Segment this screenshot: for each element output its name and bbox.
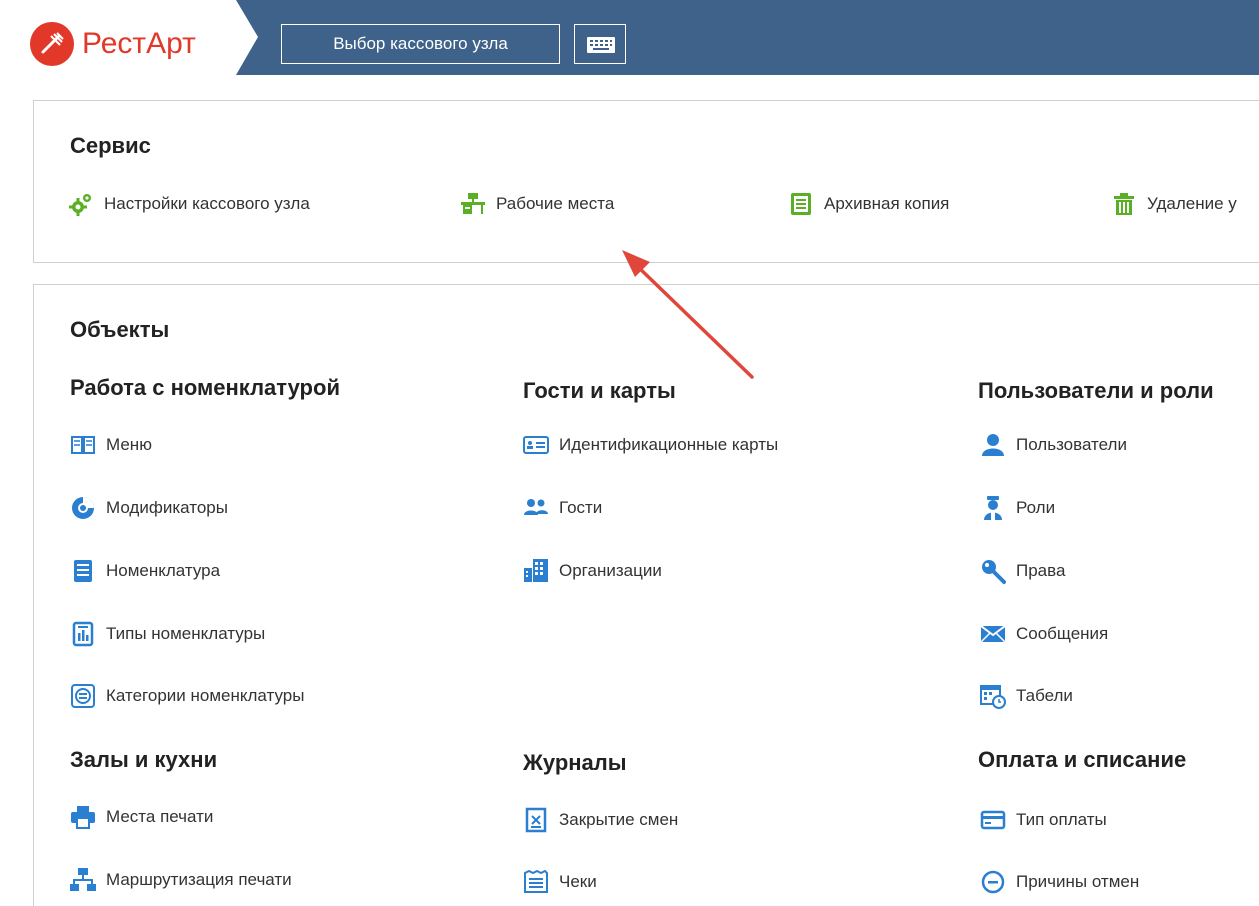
- logo[interactable]: РестАрт: [0, 0, 236, 75]
- key-icon: [980, 558, 1006, 584]
- users-group-title: Пользователи и роли: [978, 378, 1214, 403]
- nomenclature-types-label: Типы номенклатуры: [106, 624, 266, 643]
- rights-label: Права: [1016, 561, 1066, 580]
- archive-icon: [788, 191, 814, 217]
- delete-label: Удаление у: [1147, 194, 1237, 213]
- nomenclature-types-icon: [70, 621, 96, 647]
- users-label: Пользователи: [1016, 435, 1127, 454]
- service-panel: Сервис Настройки кассового узла Рабочие …: [33, 100, 1259, 263]
- keyboard-icon: [587, 37, 615, 53]
- archive-copy-label: Архивная копия: [824, 194, 950, 213]
- nomenclature-label: Номенклатура: [106, 561, 221, 580]
- print-routing-label: Маршрутизация печати: [106, 870, 292, 889]
- nomenclature-group-title: Работа с номенклатурой: [70, 375, 340, 400]
- payment-card-icon: [980, 807, 1006, 833]
- organization-icon: [523, 558, 549, 584]
- nomenclature-link[interactable]: Номенклатура: [70, 558, 220, 584]
- cancel-reason-icon: [980, 869, 1006, 895]
- id-card-icon: [523, 432, 549, 458]
- logo-text: РестАрт: [82, 27, 196, 60]
- gears-icon: [68, 191, 94, 217]
- receipts-label: Чеки: [559, 872, 597, 891]
- timesheet-icon: [980, 683, 1006, 709]
- nomenclature-types-link[interactable]: Типы номенклатуры: [70, 621, 265, 647]
- nomenclature-categories-link[interactable]: Категории номенклатуры: [70, 683, 304, 709]
- workplaces-label: Рабочие места: [496, 194, 615, 213]
- role-icon: [980, 495, 1006, 521]
- guests-link[interactable]: Гости: [523, 495, 602, 521]
- shift-closing-link[interactable]: Закрытие смен: [523, 807, 678, 833]
- halls-group-title: Залы и кухни: [70, 747, 218, 772]
- modifiers-label: Модификаторы: [106, 498, 228, 517]
- archive-copy-link[interactable]: Архивная копия: [788, 191, 949, 217]
- service-title: Сервис: [70, 133, 151, 158]
- workplaces-link[interactable]: Рабочие места: [460, 191, 614, 217]
- cancel-reasons-link[interactable]: Причины отмен: [980, 869, 1139, 895]
- users-link[interactable]: Пользователи: [980, 432, 1127, 458]
- guests-group-title: Гости и карты: [523, 378, 676, 403]
- cash-node-settings-label: Настройки кассового узла: [104, 194, 310, 213]
- messages-label: Сообщения: [1016, 624, 1109, 643]
- categories-icon: [70, 683, 96, 709]
- receipts-link[interactable]: Чеки: [523, 869, 597, 895]
- routing-icon: [70, 867, 96, 893]
- guests-label: Гости: [559, 498, 603, 517]
- organizations-label: Организации: [559, 561, 662, 580]
- print-routing-link[interactable]: Маршрутизация печати: [70, 867, 292, 893]
- shift-close-icon: [523, 807, 549, 833]
- top-bar: РестАрт Выбор кассового узла: [0, 0, 1259, 75]
- roles-link[interactable]: Роли: [980, 495, 1055, 521]
- print-places-label: Места печати: [106, 807, 214, 826]
- trash-icon: [1111, 191, 1137, 217]
- roles-label: Роли: [1016, 498, 1056, 517]
- workplace-icon: [460, 191, 486, 217]
- printer-icon: [70, 804, 96, 830]
- guests-icon: [523, 495, 549, 521]
- timesheets-label: Табели: [1016, 686, 1073, 705]
- menu-book-icon: [70, 432, 96, 458]
- rights-link[interactable]: Права: [980, 558, 1065, 584]
- delete-link[interactable]: Удаление у: [1111, 191, 1237, 217]
- objects-panel: Объекты Работа с номенклатурой Меню Моди…: [33, 284, 1259, 906]
- messages-link[interactable]: Сообщения: [980, 621, 1108, 647]
- modifiers-icon: [70, 495, 96, 521]
- print-places-link[interactable]: Места печати: [70, 804, 213, 830]
- id-cards-link[interactable]: Идентификационные карты: [523, 432, 778, 458]
- restart-logo-icon: [30, 22, 74, 66]
- journals-group-title: Журналы: [523, 750, 627, 775]
- select-cash-node-button[interactable]: Выбор кассового узла: [281, 24, 560, 64]
- user-icon: [980, 432, 1006, 458]
- receipts-icon: [523, 869, 549, 895]
- modifiers-link[interactable]: Модификаторы: [70, 495, 228, 521]
- payment-type-label: Тип оплаты: [1016, 810, 1107, 829]
- menu-label: Меню: [106, 435, 152, 454]
- organizations-link[interactable]: Организации: [523, 558, 662, 584]
- objects-title: Объекты: [70, 317, 170, 342]
- menu-link[interactable]: Меню: [70, 432, 152, 458]
- shift-closing-label: Закрытие смен: [559, 810, 679, 829]
- keyboard-button[interactable]: [574, 24, 626, 64]
- envelope-icon: [980, 621, 1006, 647]
- id-cards-label: Идентификационные карты: [559, 435, 779, 454]
- payment-type-link[interactable]: Тип оплаты: [980, 807, 1107, 833]
- timesheets-link[interactable]: Табели: [980, 683, 1073, 709]
- nomenclature-icon: [70, 558, 96, 584]
- cancel-reasons-label: Причины отмен: [1016, 872, 1140, 891]
- nomenclature-categories-label: Категории номенклатуры: [106, 686, 305, 705]
- cash-node-settings-link[interactable]: Настройки кассового узла: [68, 191, 310, 217]
- payment-group-title: Оплата и списание: [978, 747, 1187, 772]
- logo-notch: [236, 0, 258, 75]
